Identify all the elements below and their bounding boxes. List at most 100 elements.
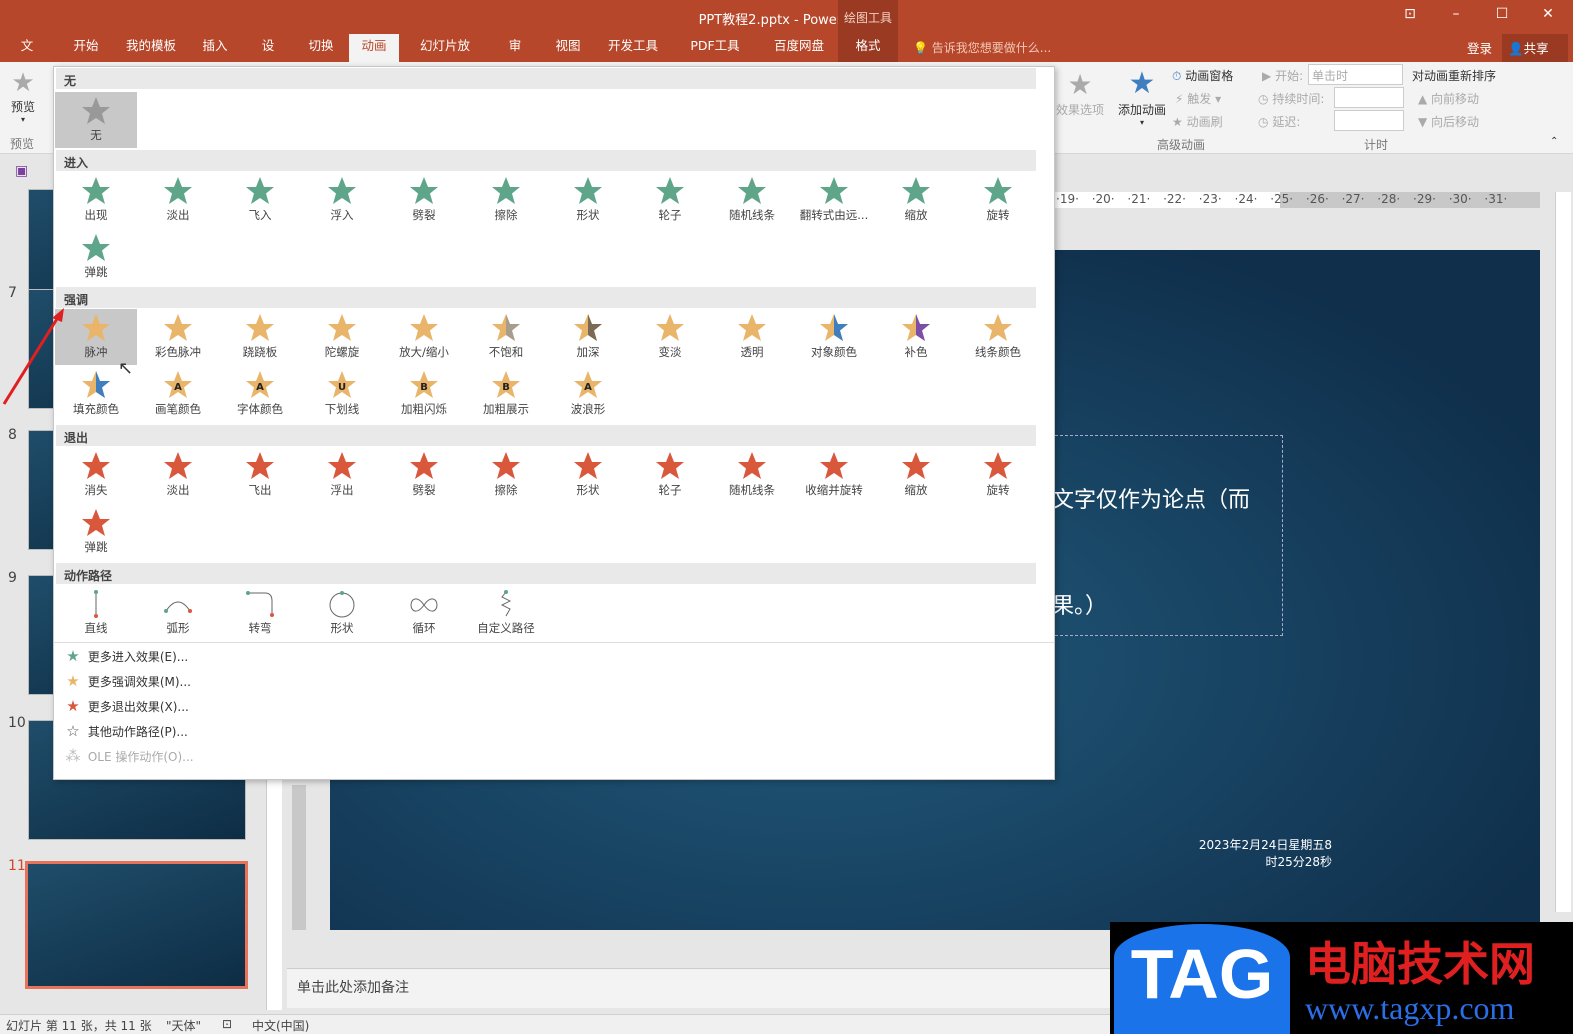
tab-4[interactable]: 设计 <box>246 34 290 77</box>
tab-6[interactable]: 动画 <box>349 34 399 62</box>
save-icon[interactable]: ▣ <box>15 163 28 179</box>
path-effect-4[interactable]: 循环 <box>383 585 465 641</box>
path-effect-5[interactable]: 自定义路径 <box>465 585 547 641</box>
menu-label: 更多强调效果(M)... <box>87 675 191 689</box>
path-effect-1[interactable]: 弧形 <box>137 585 219 641</box>
entrance-effect-6[interactable]: 形状 <box>547 172 629 228</box>
more-effects-menu-item-1[interactable]: ★ 更多强调效果(M)... <box>62 669 191 694</box>
exit-effect-2[interactable]: 飞出 <box>219 447 301 503</box>
emphasis-effect-17[interactable]: B 加粗展示 <box>465 366 547 422</box>
emphasis-effect-16[interactable]: B 加粗闪烁 <box>383 366 465 422</box>
emphasis-effect-5[interactable]: 不饱和 <box>465 309 547 365</box>
share-button[interactable]: 👤共享 <box>1502 34 1568 62</box>
tab-13[interactable]: 格式 <box>845 34 891 62</box>
emphasis-effect-1[interactable]: 彩色脉冲 <box>137 309 219 365</box>
tab-5[interactable]: 切换 <box>298 34 344 62</box>
tab-10[interactable]: 开发工具 <box>598 34 668 62</box>
exit-effect-7[interactable]: 轮子 <box>629 447 711 503</box>
emphasis-effect-2[interactable]: 跷跷板 <box>219 309 301 365</box>
emphasis-effect-18[interactable]: A 波浪形 <box>547 366 629 422</box>
entrance-effect-4[interactable]: 劈裂 <box>383 172 465 228</box>
slide-thumbnail-current[interactable] <box>25 861 248 989</box>
effect-options-button[interactable]: ★ 效果选项 <box>1056 68 1104 118</box>
more-effects-menu-item-4[interactable]: ⁂ OLE 操作动作(O)... <box>62 744 194 769</box>
entrance-effect-11[interactable]: 旋转 <box>957 172 1039 228</box>
exit-effect-11[interactable]: 旋转 <box>957 447 1039 503</box>
more-effects-menu-item-2[interactable]: ★ 更多退出效果(X)... <box>62 694 189 719</box>
entrance-effect-10[interactable]: 缩放 <box>875 172 957 228</box>
collapse-ribbon-icon[interactable]: ⌃ <box>1550 136 1558 147</box>
tab-9[interactable]: 视图 <box>545 34 591 62</box>
exit-effect-5[interactable]: 擦除 <box>465 447 547 503</box>
path-effect-2[interactable]: 转弯 <box>219 585 301 641</box>
delay-input[interactable] <box>1334 110 1404 131</box>
tab-1[interactable]: 开始 <box>62 34 110 62</box>
move-later-button[interactable]: ▼ 向后移动 <box>1418 113 1479 130</box>
entrance-effect-9[interactable]: 翻转式由远... <box>793 172 875 228</box>
tab-11[interactable]: PDF工具集 <box>675 34 755 77</box>
entrance-effect-12[interactable]: 弹跳 <box>55 229 137 285</box>
add-animation-button[interactable]: ★ 添加动画 ▾ <box>1118 66 1166 127</box>
ribbon-display-icon[interactable]: ⊡ <box>1395 6 1425 22</box>
emphasis-effect-11[interactable]: 线条颜色 <box>957 309 1039 365</box>
tell-me-search[interactable]: 💡 告诉我您想要做什么... <box>913 39 1051 56</box>
more-effects-menu-item-3[interactable]: ☆ 其他动作路径(P)... <box>62 719 188 744</box>
entrance-effect-7[interactable]: 轮子 <box>629 172 711 228</box>
emphasis-effect-3[interactable]: 陀螺旋 <box>301 309 383 365</box>
exit-effect-1[interactable]: 淡出 <box>137 447 219 503</box>
vertical-scrollbar[interactable] <box>1555 192 1571 912</box>
trigger-button[interactable]: ⚡ 触发 ▾ <box>1175 90 1221 107</box>
tab-8[interactable]: 审阅 <box>493 34 537 77</box>
duration-input[interactable] <box>1334 87 1404 108</box>
exit-effect-0[interactable]: 消失 <box>55 447 137 503</box>
emphasis-star-icon: U <box>301 370 383 400</box>
exit-effect-3[interactable]: 浮出 <box>301 447 383 503</box>
start-select[interactable]: 单击时 <box>1308 64 1403 85</box>
preview-button[interactable]: ★ 预览 ▾ <box>6 68 40 124</box>
exit-effect-4[interactable]: 劈裂 <box>383 447 465 503</box>
tab-3[interactable]: 插入 <box>192 34 238 62</box>
emphasis-effect-6[interactable]: 加深 <box>547 309 629 365</box>
none-effect-0[interactable]: 无 <box>55 92 137 148</box>
maximize-button[interactable]: ☐ <box>1487 6 1517 22</box>
animation-pane-button[interactable]: ⏱ 动画窗格 <box>1172 67 1233 84</box>
emphasis-effect-4[interactable]: 放大/缩小 <box>383 309 465 365</box>
tab-2[interactable]: 我的模板 <box>116 34 186 62</box>
horizontal-ruler: ·19· ·20· ·21· ·22· ·23· ·24· ·25· ·26· ·27· ·28·… <box>1050 192 1540 208</box>
tab-12[interactable]: 百度网盘 <box>761 34 837 62</box>
entrance-effect-1[interactable]: 淡出 <box>137 172 219 228</box>
exit-effect-6[interactable]: 形状 <box>547 447 629 503</box>
tab-0[interactable]: 文件 <box>6 34 48 77</box>
emphasis-star-icon <box>793 313 875 343</box>
exit-effect-10[interactable]: 缩放 <box>875 447 957 503</box>
emphasis-effect-9[interactable]: 对象颜色 <box>793 309 875 365</box>
mouse-cursor: ↖ <box>118 358 134 379</box>
emphasis-effect-8[interactable]: 透明 <box>711 309 793 365</box>
spellcheck-icon[interactable]: ⊡ <box>222 1017 232 1031</box>
emphasis-effect-7[interactable]: 变淡 <box>629 309 711 365</box>
entrance-effect-0[interactable]: 出现 <box>55 172 137 228</box>
path-effect-3[interactable]: 形状 <box>301 585 383 641</box>
exit-effect-9[interactable]: 收缩并旋转 <box>793 447 875 503</box>
emphasis-effect-13[interactable]: A 画笔颜色 <box>137 366 219 422</box>
entrance-effect-5[interactable]: 擦除 <box>465 172 547 228</box>
more-effects-menu-item-0[interactable]: ★ 更多进入效果(E)... <box>62 644 188 669</box>
close-button[interactable]: ✕ <box>1533 6 1563 22</box>
minimize-button[interactable]: – <box>1441 6 1471 22</box>
exit-effect-8[interactable]: 随机线条 <box>711 447 793 503</box>
emphasis-effect-10[interactable]: 补色 <box>875 309 957 365</box>
tab-7[interactable]: 幻灯片放映 <box>404 34 486 77</box>
emphasis-effect-15[interactable]: U 下划线 <box>301 366 383 422</box>
entrance-effect-8[interactable]: 随机线条 <box>711 172 793 228</box>
entrance-effect-3[interactable]: 浮入 <box>301 172 383 228</box>
entrance-effect-2[interactable]: 飞入 <box>219 172 301 228</box>
login-link[interactable]: 登录 <box>1467 38 1492 57</box>
anim-painter-label: 动画刷 <box>1186 115 1223 129</box>
exit-effect-12[interactable]: 弹跳 <box>55 504 137 560</box>
language[interactable]: 中文(中国) <box>252 1017 309 1034</box>
path-effect-0[interactable]: 直线 <box>55 585 137 641</box>
emphasis-effect-14[interactable]: A 字体颜色 <box>219 366 301 422</box>
move-earlier-button[interactable]: ▲ 向前移动 <box>1418 90 1479 107</box>
animation-painter-button[interactable]: ★ 动画刷 <box>1172 113 1223 130</box>
effect-label: 擦除 <box>494 208 518 222</box>
